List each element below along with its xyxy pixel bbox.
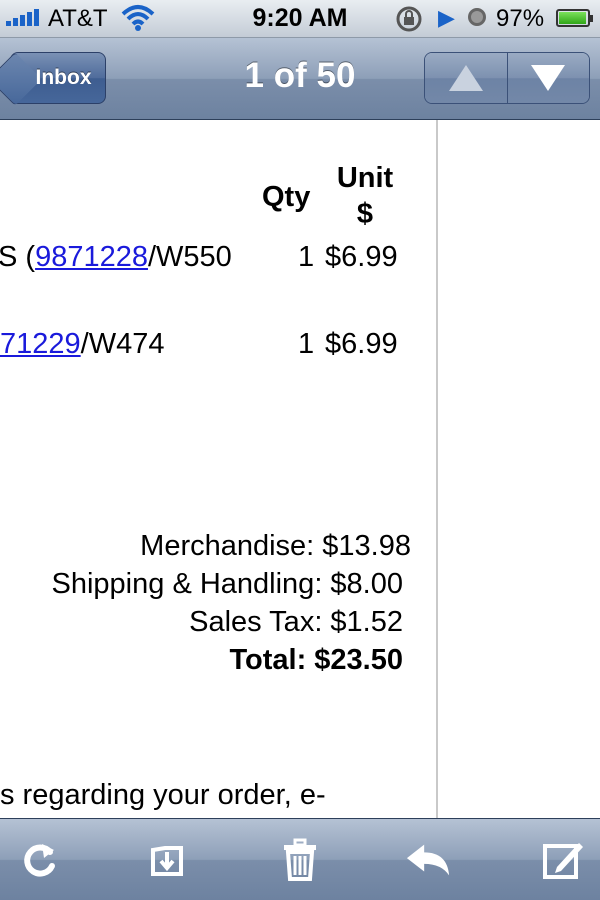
item-prefix: S (: [0, 241, 36, 273]
alarm-icon: [468, 8, 486, 26]
item-price: $6.99: [325, 328, 398, 360]
order-item-description: S (9871228/W550: [0, 241, 232, 274]
message-navigation-segmented: [424, 52, 590, 104]
trash-icon[interactable]: [277, 837, 323, 883]
rotation-lock-icon: [394, 4, 426, 41]
footer-text: s regarding your order, e-: [0, 779, 326, 811]
content-divider: [436, 120, 438, 818]
inbox-back-button[interactable]: Inbox: [10, 52, 106, 104]
location-play-icon: ▶: [438, 5, 455, 30]
navigation-bar: Inbox 1 of 50: [0, 38, 600, 120]
unit-header-line1: Unit: [336, 162, 394, 194]
refresh-icon[interactable]: [17, 837, 63, 883]
message-position-title: 1 of 50: [244, 56, 356, 95]
next-message-button[interactable]: [506, 53, 589, 103]
order-total: Total: $23.50: [229, 644, 403, 676]
battery-icon: [556, 9, 593, 27]
order-item-description: 71229/W474: [0, 328, 164, 361]
item-qty: 1: [298, 241, 315, 273]
battery-percent: 97%: [496, 5, 545, 32]
merchandise-total: Merchandise: $13.98: [140, 530, 411, 562]
arrow-down-icon: [531, 65, 566, 91]
shipping-handling: Shipping & Handling: $8.00: [51, 568, 403, 600]
arrow-up-icon: [448, 65, 483, 91]
item-price: $6.99: [325, 241, 398, 273]
status-bar: AT&T 9:20 AM ▶ 97%: [0, 0, 600, 38]
reply-icon[interactable]: [405, 837, 451, 883]
item-qty: 1: [298, 328, 315, 360]
item-number-link[interactable]: 9871228: [35, 241, 148, 273]
compose-icon[interactable]: [540, 837, 586, 883]
item-suffix: /W550: [147, 241, 232, 273]
qty-column-header: Qty: [262, 181, 311, 213]
move-to-folder-icon[interactable]: [144, 837, 190, 883]
email-body[interactable]: Qty Unit $ S (9871228/W550 1 $6.99 71229…: [0, 120, 600, 818]
unit-header-line2: $: [356, 198, 374, 230]
sales-tax: Sales Tax: $1.52: [189, 606, 403, 638]
item-number-link[interactable]: 71229: [0, 328, 81, 360]
bottom-toolbar: [0, 818, 600, 900]
item-suffix: /W474: [80, 328, 165, 360]
previous-message-button[interactable]: [425, 53, 507, 103]
unit-price-column-header: Unit $: [330, 160, 400, 232]
